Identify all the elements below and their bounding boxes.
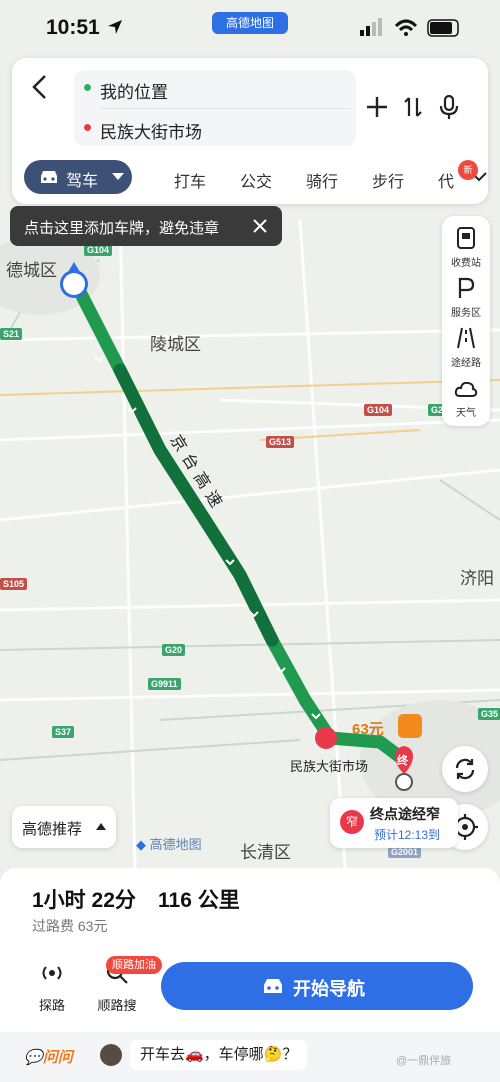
tab-drive-label: 驾车 [66, 173, 99, 190]
route-duration: 1小时 22分 [32, 889, 136, 912]
signal-icon [42, 966, 62, 980]
road-badge: G104 [364, 404, 393, 416]
end-marker: 终 [397, 755, 408, 767]
toll-station-icon [457, 227, 475, 249]
destination-notice-chip[interactable]: 窄 终点途经窄 预计12:13到 [330, 798, 458, 848]
new-badge: 新 [458, 160, 478, 180]
refresh-route-button[interactable] [442, 746, 488, 792]
car-icon [264, 979, 282, 993]
route-distance: 116 公里 [158, 889, 240, 912]
destination-label[interactable]: 民族大街市场 [290, 756, 368, 775]
caret-down-icon [112, 173, 124, 180]
road-badge: G513 [266, 436, 295, 448]
status-time: 10:51 [46, 16, 100, 39]
notice-title: 终点途经窄 [370, 806, 440, 822]
place-label: 济阳 [460, 569, 494, 588]
divider [100, 108, 350, 109]
place-label: 陵城区 [150, 335, 201, 354]
route-input-box: 我的位置 民族大街市场 [74, 70, 356, 146]
along-refuel-badge: 顺路加油 [106, 956, 162, 974]
map-tools-panel: 收费站 服务区 途经路 天气 [442, 216, 490, 426]
tab-drive[interactable]: 驾车 [24, 160, 132, 194]
start-navigation-button[interactable]: 开始导航 [161, 962, 473, 1010]
assistant-logo: 💬问问 [24, 1046, 73, 1067]
waypoint-road-button[interactable]: 途经路 [442, 324, 490, 374]
destination-field[interactable]: 民族大街市场 [100, 118, 202, 143]
watermark-text: @一鼎伴旅 [396, 1055, 452, 1067]
toll-station-button[interactable]: 收费站 [442, 224, 490, 274]
along-search-label: 顺路搜 [97, 998, 137, 1013]
status-indicators-icon [360, 18, 459, 37]
road-badge: S105 [0, 578, 28, 590]
road-badge: S37 [52, 726, 75, 738]
toll-price-label[interactable]: 63元 [352, 718, 384, 739]
caret-up-icon [96, 823, 106, 830]
tooltip-text: 点击这里添加车牌，避免违章 [24, 220, 220, 237]
map-watermark-text: 高德地图 [149, 837, 202, 852]
add-waypoint-icon[interactable] [364, 94, 390, 120]
origin-field[interactable]: 我的位置 [100, 78, 168, 103]
tab-designated-driver[interactable]: 代 [438, 168, 456, 192]
service-area-icon [458, 277, 475, 298]
microphone-icon[interactable] [436, 94, 462, 120]
place-label: 长清区 [240, 843, 291, 862]
tool-label: 天气 [456, 408, 476, 419]
destination-dot-icon [84, 124, 91, 131]
road-badge: G35 [478, 708, 500, 720]
tab-walking[interactable]: 步行 [372, 168, 404, 192]
ask-assistant-bar[interactable]: 💬问问 开车去🚗，车停哪🤔？ @一鼎伴旅 [0, 1032, 500, 1082]
close-icon[interactable] [250, 216, 270, 236]
route-summary-sheet: 1小时 22分 116 公里 过路费 63元 探路 顺路搜 顺路加油 开始导航 … [0, 868, 500, 1082]
road-badge: G20 [162, 644, 186, 656]
amap-logo-icon: ◆ [136, 837, 146, 852]
service-area-button[interactable]: 服务区 [442, 274, 490, 324]
cloud-icon [454, 381, 478, 397]
tab-transit[interactable]: 公交 [240, 168, 272, 192]
assistant-brand: 问问 [42, 1049, 73, 1066]
explore-label: 探路 [38, 998, 65, 1013]
status-bar: 10:51 高德地图 [0, 0, 500, 56]
transport-mode-tabs: 驾车 打车 公交 骑行 步行 代 [24, 158, 488, 196]
license-plate-tooltip[interactable]: 点击这里添加车牌，避免违章 [10, 206, 282, 246]
place-label: 德城区 [6, 261, 57, 280]
start-navigation-label: 开始导航 [293, 979, 365, 999]
tool-label: 途经路 [451, 358, 481, 369]
swap-icon[interactable] [400, 94, 426, 120]
road-badge: S21 [0, 328, 23, 340]
chat-bubble-icon: 💬 [24, 1049, 43, 1066]
avatar [100, 1044, 122, 1066]
location-arrow-icon [108, 20, 122, 34]
notice-eta: 预计12:13到 [374, 828, 441, 842]
weather-button[interactable]: 天气 [442, 374, 490, 424]
tool-label: 收费站 [451, 258, 481, 269]
route-preference-label: 高德推荐 [22, 821, 83, 838]
route-planner-card: 我的位置 民族大街市场 驾车 打车 公交 骑行 步行 代 [12, 58, 488, 204]
toll-fee: 过路费 63元 [32, 918, 108, 934]
app-return-pill[interactable]: 高德地图 [212, 12, 288, 34]
road-badge: G9911 [148, 678, 181, 690]
tab-cycling[interactable]: 骑行 [306, 168, 338, 192]
narrow-road-badge: 窄 [340, 810, 364, 834]
car-icon [41, 171, 57, 183]
back-icon[interactable] [26, 72, 54, 102]
road-icon [457, 327, 475, 349]
explore-button[interactable]: 探路 [30, 960, 74, 1013]
origin-dot-icon [84, 84, 91, 91]
map-watermark: ◆ 高德地图 [136, 834, 202, 853]
route-preference-dropdown[interactable]: 高德推荐 [12, 806, 116, 848]
tool-label: 服务区 [451, 308, 481, 319]
tab-taxi[interactable]: 打车 [174, 168, 206, 192]
refresh-icon [455, 758, 475, 780]
suggestion-chip[interactable]: 开车去🚗，车停哪🤔？ [130, 1040, 308, 1070]
